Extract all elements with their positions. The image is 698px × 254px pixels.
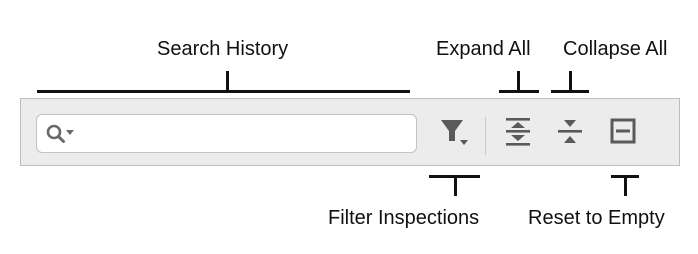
expand-all-icon (501, 114, 535, 153)
reset-to-empty-callout: Reset to Empty (528, 207, 665, 229)
collapse-all-bracket-bar (551, 90, 589, 93)
collapse-all-bracket-stem (569, 71, 572, 92)
filter-inspections-callout: Filter Inspections (328, 207, 480, 229)
search-history-field[interactable] (36, 114, 417, 153)
expand-all-callout: Expand All (436, 38, 531, 60)
search-history-bracket-stem (226, 71, 229, 92)
search-history-callout: Search History (157, 38, 289, 60)
expand-all-bracket-stem (517, 71, 520, 92)
reset-empty-icon (606, 114, 640, 153)
search-history-bracket-bar (37, 90, 410, 93)
reset-to-empty-button[interactable] (606, 116, 640, 150)
expand-all-bracket-bar (499, 90, 539, 93)
toolbar (20, 98, 680, 166)
search-input[interactable] (87, 121, 407, 146)
expand-all-button[interactable] (501, 116, 535, 150)
collapse-all-icon (553, 114, 587, 153)
collapse-all-callout: Collapse All (563, 38, 668, 60)
filter-inspections-button[interactable] (437, 116, 471, 150)
collapse-all-button[interactable] (553, 116, 587, 150)
magnifier-dropdown-icon[interactable] (46, 124, 80, 144)
toolbar-divider (485, 117, 486, 155)
reset-to-empty-bracket-stem (624, 175, 627, 196)
filter-inspections-bracket-stem (454, 175, 457, 196)
filter-funnel-icon (437, 114, 471, 153)
